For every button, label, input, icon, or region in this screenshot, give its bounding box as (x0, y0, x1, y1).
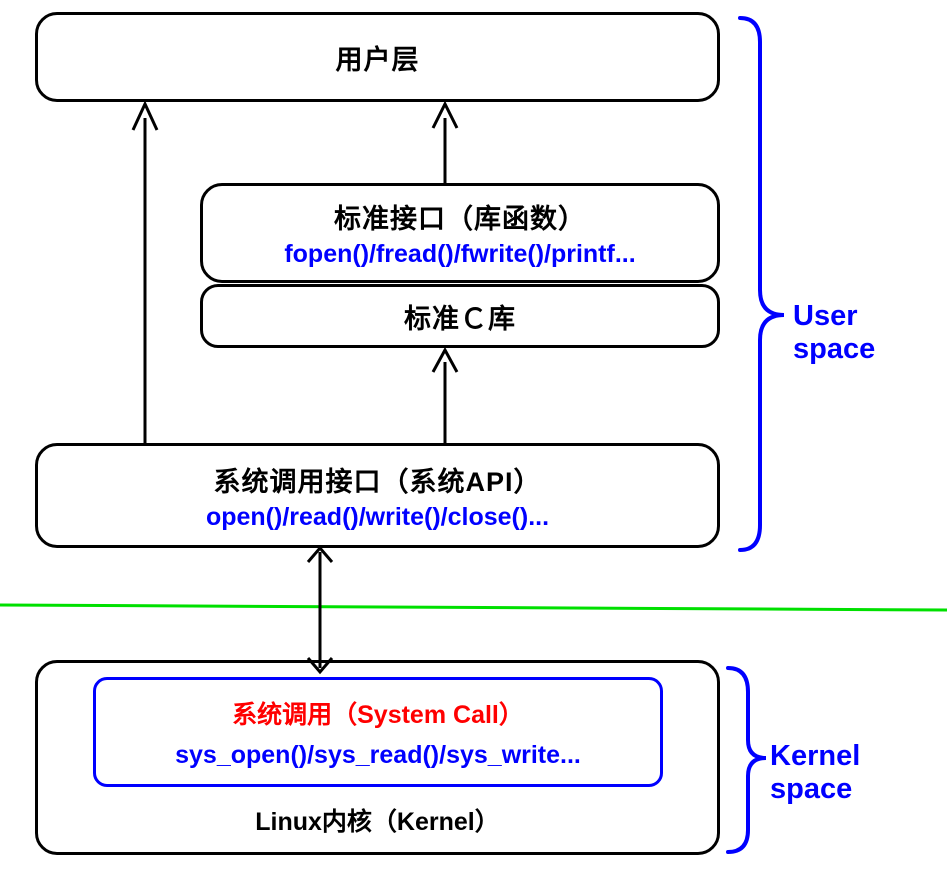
user-layer-title: 用户层 (336, 38, 420, 77)
syscall-interface-title: 系统调用接口（系统API） (213, 460, 541, 499)
arrow-syscall-to-user (133, 104, 157, 443)
std-interface-box: 标准接口（库函数） fopen()/fread()/fwrite()/print… (200, 183, 720, 283)
user-space-brace (740, 18, 784, 550)
syscall-inner-title: 系统调用（System Call） (232, 695, 524, 731)
user-space-label: User space (793, 300, 947, 366)
std-c-lib-title: 标准Ｃ库 (404, 297, 516, 336)
kernel-label: Linux内核（Kernel） (38, 802, 717, 838)
arrow-syscall-to-clib (433, 350, 457, 443)
kernel-box: 系统调用（System Call） sys_open()/sys_read()/… (35, 660, 720, 855)
kernel-space-label: Kernel space (770, 740, 947, 806)
arrow-syscall-kernel-bi (308, 548, 332, 672)
user-layer-box: 用户层 (35, 12, 720, 102)
std-interface-title: 标准接口（库函数） (334, 197, 586, 236)
std-interface-apis: fopen()/fread()/fwrite()/printf... (284, 240, 635, 269)
syscall-interface-box: 系统调用接口（系统API） open()/read()/write()/clos… (35, 443, 720, 548)
syscall-inner-box: 系统调用（System Call） sys_open()/sys_read()/… (93, 677, 663, 787)
std-c-lib-box: 标准Ｃ库 (200, 284, 720, 348)
syscall-interface-apis: open()/read()/write()/close()... (206, 503, 549, 532)
arrow-stdif-to-user (433, 104, 457, 183)
divider-line (0, 605, 947, 610)
syscall-inner-apis: sys_open()/sys_read()/sys_write... (175, 741, 581, 770)
kernel-space-brace (728, 668, 766, 852)
